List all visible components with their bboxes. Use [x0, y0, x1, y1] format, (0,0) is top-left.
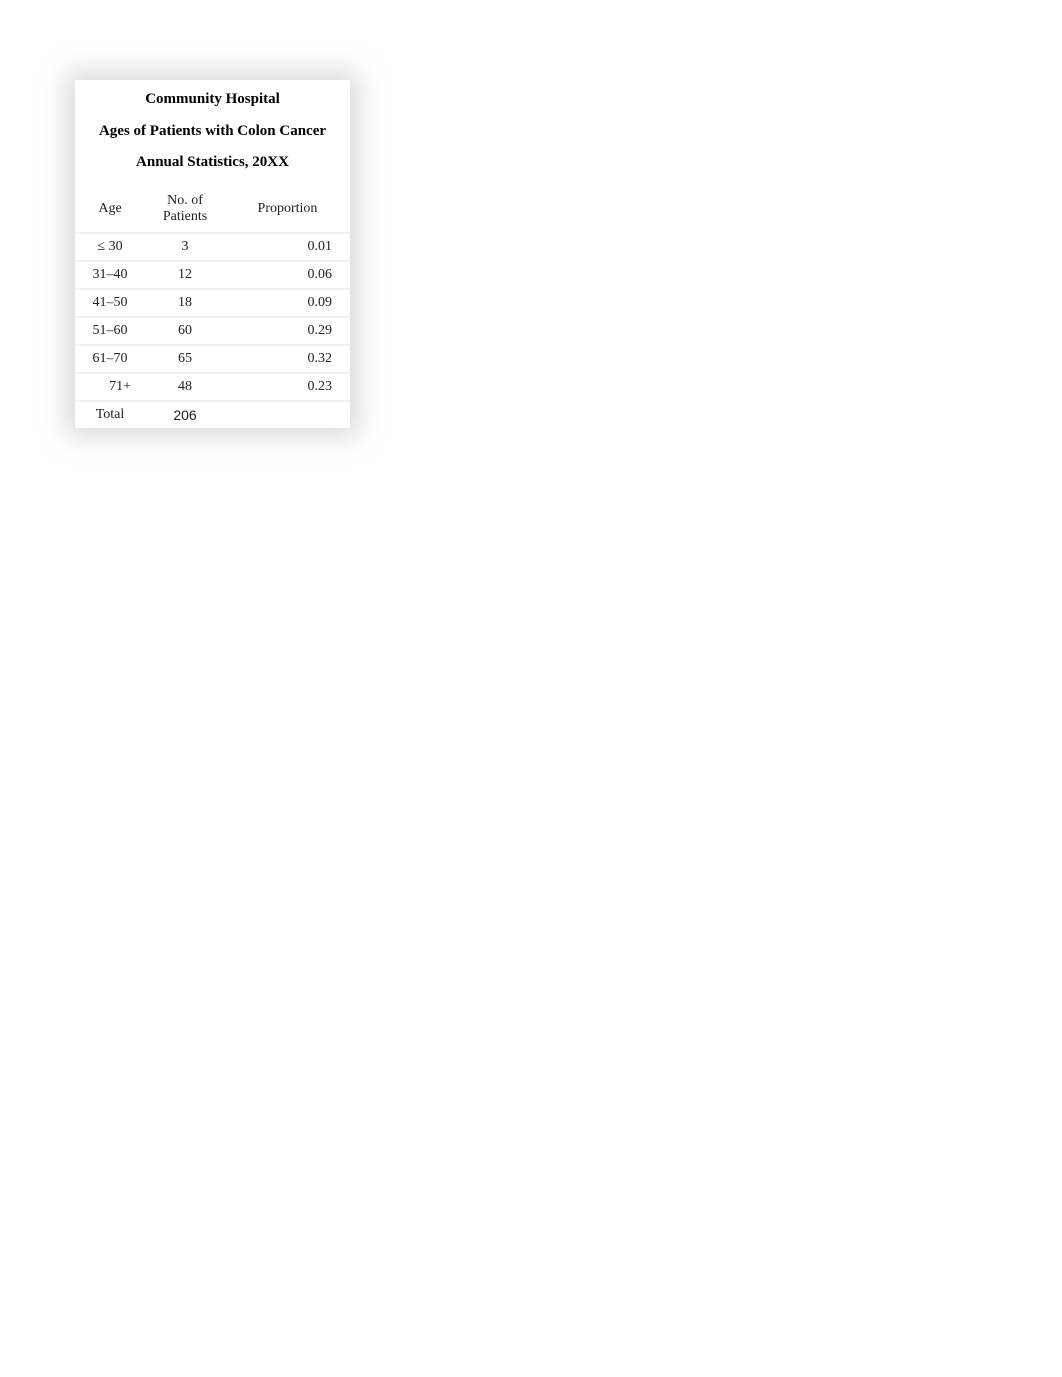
cell-proportion: 0.09 [225, 289, 350, 317]
cell-patients: 18 [145, 289, 225, 317]
cell-proportion: 0.01 [225, 233, 350, 261]
table-header-row: Age No. of Patients Proportion [75, 187, 350, 234]
table-row: 61–70 65 0.32 [75, 345, 350, 373]
cell-total-empty [225, 401, 350, 428]
header-period: Annual Statistics, 20XX [81, 153, 344, 173]
card-header: Community Hospital Ages of Patients with… [75, 80, 350, 187]
cell-patients: 65 [145, 345, 225, 373]
cell-patients: 60 [145, 317, 225, 345]
cell-age: 61–70 [75, 345, 145, 373]
statistics-card: Community Hospital Ages of Patients with… [75, 80, 350, 428]
cell-age: 31–40 [75, 261, 145, 289]
cell-age: 71+ [75, 373, 145, 401]
table-row: 51–60 60 0.29 [75, 317, 350, 345]
cell-proportion: 0.23 [225, 373, 350, 401]
table-total-row: Total 206 [75, 401, 350, 428]
cell-patients: 3 [145, 233, 225, 261]
table-body: ≤ 30 3 0.01 31–40 12 0.06 41–50 18 0.09 … [75, 233, 350, 428]
cell-total-value: 206 [145, 401, 225, 428]
table-row: ≤ 30 3 0.01 [75, 233, 350, 261]
table-row: 41–50 18 0.09 [75, 289, 350, 317]
header-subject: Ages of Patients with Colon Cancer [81, 122, 344, 142]
column-header-patients: No. of Patients [145, 187, 225, 234]
cell-patients: 12 [145, 261, 225, 289]
header-hospital: Community Hospital [81, 90, 344, 110]
cell-proportion: 0.29 [225, 317, 350, 345]
cell-age: ≤ 30 [75, 233, 145, 261]
cell-patients: 48 [145, 373, 225, 401]
cell-age: 51–60 [75, 317, 145, 345]
cell-proportion: 0.06 [225, 261, 350, 289]
table-row: 31–40 12 0.06 [75, 261, 350, 289]
cell-proportion: 0.32 [225, 345, 350, 373]
column-header-age: Age [75, 187, 145, 234]
cell-age: 41–50 [75, 289, 145, 317]
cell-total-label: Total [75, 401, 145, 428]
table-row: 71+ 48 0.23 [75, 373, 350, 401]
statistics-table: Age No. of Patients Proportion ≤ 30 3 0.… [75, 187, 350, 429]
column-header-proportion: Proportion [225, 187, 350, 234]
